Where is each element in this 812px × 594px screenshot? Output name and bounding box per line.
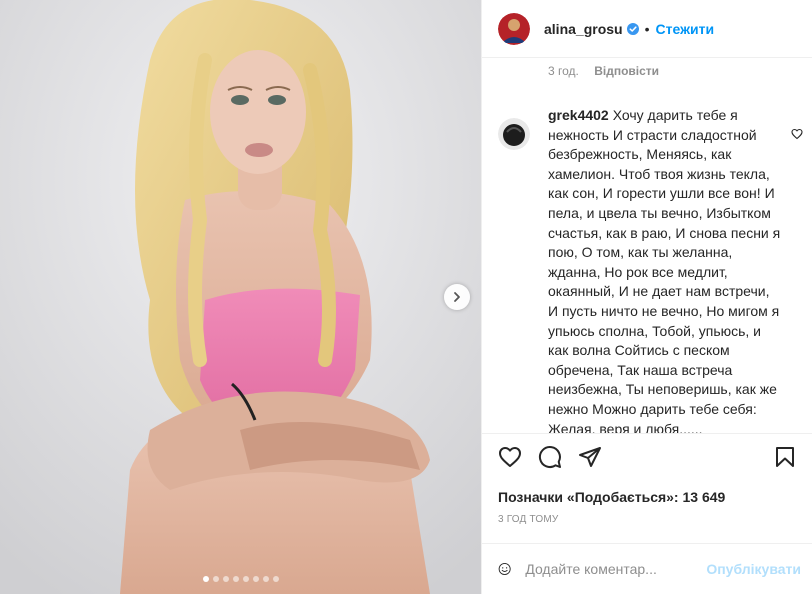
commenter-avatar[interactable]: [498, 118, 530, 150]
carousel-dot: [262, 576, 269, 582]
comment-composer: Опублікувати: [482, 543, 812, 594]
comment-icon: [538, 445, 561, 468]
follow-button[interactable]: Стежити: [656, 21, 715, 37]
save-button[interactable]: [765, 437, 805, 477]
carousel-dot: [222, 576, 229, 582]
carousel-dot: [272, 576, 279, 582]
comment-button[interactable]: [530, 437, 570, 477]
post-actions: [482, 433, 812, 479]
caption-meta: 3 год. Відповісти: [482, 58, 812, 78]
post-timestamp: 3 ГОД ТОМУ: [498, 514, 559, 525]
verified-badge-icon: [626, 22, 639, 35]
share-button[interactable]: [570, 437, 610, 477]
chevron-right-icon: [454, 292, 460, 302]
heart-icon: [499, 446, 521, 467]
comment-input[interactable]: [525, 561, 707, 577]
author-avatar[interactable]: [498, 12, 530, 45]
carousel-dot: [252, 576, 259, 582]
carousel-dot: [242, 576, 249, 582]
reply-button[interactable]: Відповісти: [594, 64, 659, 78]
emoji-icon[interactable]: [498, 556, 511, 582]
next-media-button[interactable]: [444, 284, 470, 310]
comment-item: grek4402 Хочу дарить тебе я нежность И ст…: [482, 78, 812, 433]
post-photo: [0, 0, 481, 594]
heart-icon[interactable]: [791, 128, 803, 140]
like-button[interactable]: [490, 437, 530, 477]
share-icon: [579, 446, 601, 467]
carousel-dot: [202, 576, 209, 582]
likes-count[interactable]: Позначки «Подобається»: 13 649: [498, 489, 725, 505]
carousel-dot: [212, 576, 219, 582]
comment-text: Хочу дарить тебе я нежность И страсти сл…: [548, 107, 781, 433]
post-side-panel: alina_grosu • Стежити 3 год. Відповісти …: [481, 0, 812, 594]
header-separator: •: [644, 20, 650, 37]
commenter-username[interactable]: grek4402: [548, 107, 609, 123]
comments-area[interactable]: 3 год. Відповісти grek4402 Хочу дарить те…: [482, 58, 812, 433]
post-header: alina_grosu • Стежити: [482, 0, 812, 58]
publish-button[interactable]: Опублікувати: [706, 561, 801, 577]
carousel-dots: [0, 576, 481, 582]
caption-time: 3 год.: [548, 64, 579, 78]
bookmark-icon: [776, 446, 794, 467]
carousel-dot: [232, 576, 239, 582]
post-media[interactable]: [0, 0, 481, 594]
author-username[interactable]: alina_grosu: [544, 21, 623, 37]
